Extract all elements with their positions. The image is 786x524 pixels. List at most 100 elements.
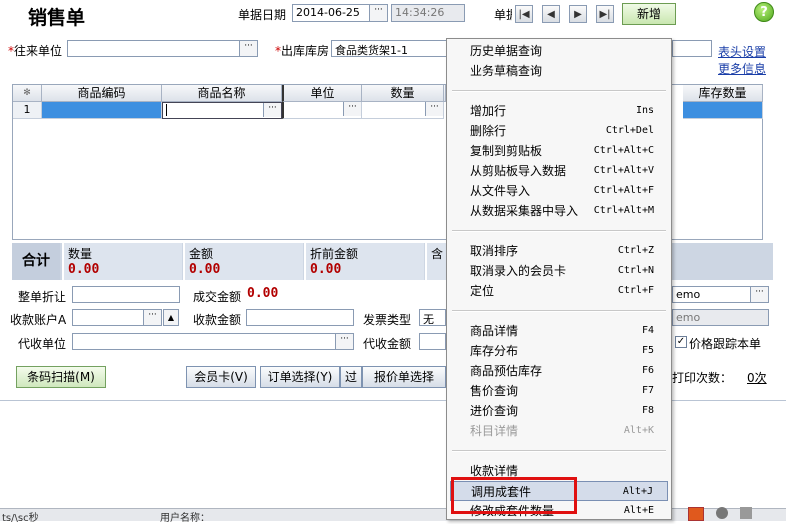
cell-name-editor[interactable]: ··· [162, 102, 282, 119]
menu-item[interactable]: 取消录入的会员卡 Ctrl+N [450, 261, 668, 281]
menu-item-shortcut: Ctrl+Z [617, 245, 654, 256]
receive-amount-label: 收款金额 [193, 313, 242, 327]
name-browse-button[interactable]: ··· [263, 103, 281, 117]
triangle-up-icon: ▲ [167, 313, 175, 322]
column-header-stock[interactable]: 库存数量 [683, 85, 763, 102]
date-picker-button[interactable]: ··· [369, 5, 387, 21]
price-track-label: 价格跟踪本单 [689, 337, 762, 351]
account-dropdown-button[interactable]: ▲ [163, 309, 179, 326]
column-header-unit[interactable]: 单位 [282, 85, 362, 102]
prev-record-button[interactable]: ◀ [542, 5, 560, 23]
menu-item[interactable]: 取消排序 Ctrl+Z [450, 241, 668, 261]
collect-unit-label: 代收单位 [18, 337, 67, 351]
time-field[interactable]: 14:34:26 [391, 4, 465, 22]
menu-separator [452, 450, 666, 452]
memo-input-1[interactable]: emo ··· [672, 286, 769, 303]
quantity-browse-button[interactable]: ··· [425, 102, 443, 116]
column-header-code[interactable]: 商品编码 [42, 85, 162, 102]
menu-item-shortcut: F7 [641, 385, 654, 396]
discount-input[interactable] [72, 286, 180, 303]
warehouse-input[interactable]: 食品类货架1-1 [331, 40, 449, 57]
collect-amount-input[interactable] [419, 333, 446, 350]
menu-item-shortcut: F5 [641, 345, 654, 356]
print-count-value[interactable]: 0次 [747, 369, 767, 386]
cell-quantity[interactable]: ··· [362, 102, 444, 119]
tray-icon-1[interactable] [716, 507, 728, 519]
partner-label: *往来单位 [8, 44, 63, 58]
last-record-button[interactable]: ▶| [596, 5, 614, 23]
menu-item[interactable]: 库存分布 F5 [450, 341, 668, 361]
menu-item[interactable]: 复制到剪贴板 Ctrl+Alt+C [450, 141, 668, 161]
menu-item-label: 历史单据查询 [470, 44, 543, 58]
discount-label: 整单折让 [18, 290, 67, 304]
menu-item[interactable]: 增加行 Ins [450, 101, 668, 121]
menu-item[interactable]: 进价查询 F8 [450, 401, 668, 421]
menu-item-shortcut: Alt+E [623, 505, 654, 516]
date-value: 2014-06-25 [296, 6, 360, 19]
menu-item[interactable]: 历史单据查询 [450, 41, 668, 61]
next-record-button[interactable]: ▶ [569, 5, 587, 23]
menu-item-label: 定位 [470, 284, 495, 298]
number-label: 单据 [494, 8, 512, 22]
help-icon[interactable]: ? [754, 2, 774, 22]
column-header-quantity[interactable]: 数量 [362, 85, 444, 102]
member-card-button[interactable]: 会员卡(V) [186, 366, 256, 388]
unit-browse-button[interactable]: ··· [343, 102, 361, 116]
partial-button[interactable]: 过 [340, 366, 362, 388]
invoice-type-select[interactable]: 无 [419, 309, 446, 326]
ime-icon[interactable] [688, 507, 704, 521]
account-browse-button[interactable]: ··· [143, 310, 161, 325]
next-icon: ▶ [574, 8, 582, 20]
collect-unit-input[interactable]: ··· [72, 333, 354, 350]
menu-item-shortcut: Ctrl+Del [605, 125, 654, 136]
prev-icon: ◀ [547, 8, 555, 20]
menu-item: 科目详情 Alt+K [450, 421, 668, 441]
memo-input-2[interactable]: emo [672, 309, 769, 326]
barcode-scan-button[interactable]: 条码扫描(M) [16, 366, 106, 388]
row-index: 1 [13, 102, 42, 119]
menu-item-shortcut: Alt+K [623, 425, 654, 436]
order-select-button[interactable]: 订单选择(Y) [260, 366, 340, 388]
menu-item[interactable]: 商品详情 F4 [450, 321, 668, 341]
menu-item[interactable]: 定位 Ctrl+F [450, 281, 668, 301]
menu-item-label: 商品详情 [470, 324, 519, 338]
date-field[interactable]: 2014-06-25 ··· [292, 4, 388, 22]
header-settings-link[interactable]: 表头设置 [718, 43, 766, 60]
collect-amount-label: 代收金额 [363, 337, 412, 351]
price-track-checkbox[interactable]: ✓ [675, 336, 687, 348]
cell-unit[interactable]: ··· [282, 102, 362, 119]
memo-browse-button[interactable]: ··· [750, 287, 768, 302]
receive-amount-input[interactable] [246, 309, 354, 326]
menu-item[interactable]: 商品预估库存 F6 [450, 361, 668, 381]
quote-select-button[interactable]: 报价单选择 [362, 366, 446, 388]
menu-item[interactable]: 删除行 Ctrl+Del [450, 121, 668, 141]
more-info-link[interactable]: 更多信息 [718, 60, 766, 77]
menu-item[interactable]: 从文件导入 Ctrl+Alt+F [450, 181, 668, 201]
header-extra-input[interactable] [672, 40, 712, 57]
collect-unit-browse-button[interactable]: ··· [335, 334, 353, 349]
time-value: 14:34:26 [395, 6, 445, 19]
partner-input[interactable]: ··· [67, 40, 258, 57]
cell-code[interactable] [42, 102, 162, 119]
menu-item-shortcut: Ctrl+Alt+F [593, 185, 654, 196]
cell-stock[interactable] [683, 102, 763, 119]
menu-item[interactable]: 业务草稿查询 [450, 61, 668, 81]
menu-item[interactable]: 售价查询 F7 [450, 381, 668, 401]
menu-item-label: 复制到剪贴板 [470, 144, 543, 158]
column-header-name[interactable]: 商品名称 [162, 85, 282, 102]
tray-icon-2[interactable] [740, 507, 752, 519]
menu-item-label: 业务草稿查询 [470, 64, 543, 78]
memo-value-1: emo [676, 288, 701, 301]
menu-item-label: 增加行 [470, 104, 507, 118]
account-input[interactable]: ··· [72, 309, 162, 326]
menu-item-shortcut: F4 [641, 325, 654, 336]
menu-item[interactable]: 从数据采集器中导入 Ctrl+Alt+M [450, 201, 668, 221]
new-button[interactable]: 新增 [622, 3, 676, 25]
menu-item[interactable]: 从剪贴板导入数据 Ctrl+Alt+V [450, 161, 668, 181]
menu-item-label: 库存分布 [470, 344, 519, 358]
first-record-button[interactable]: |◀ [515, 5, 533, 23]
total-amount-label: 金额 [189, 247, 214, 261]
deal-amount-value: 0.00 [247, 286, 279, 301]
menu-separator [452, 230, 666, 232]
partner-browse-button[interactable]: ··· [239, 41, 257, 56]
